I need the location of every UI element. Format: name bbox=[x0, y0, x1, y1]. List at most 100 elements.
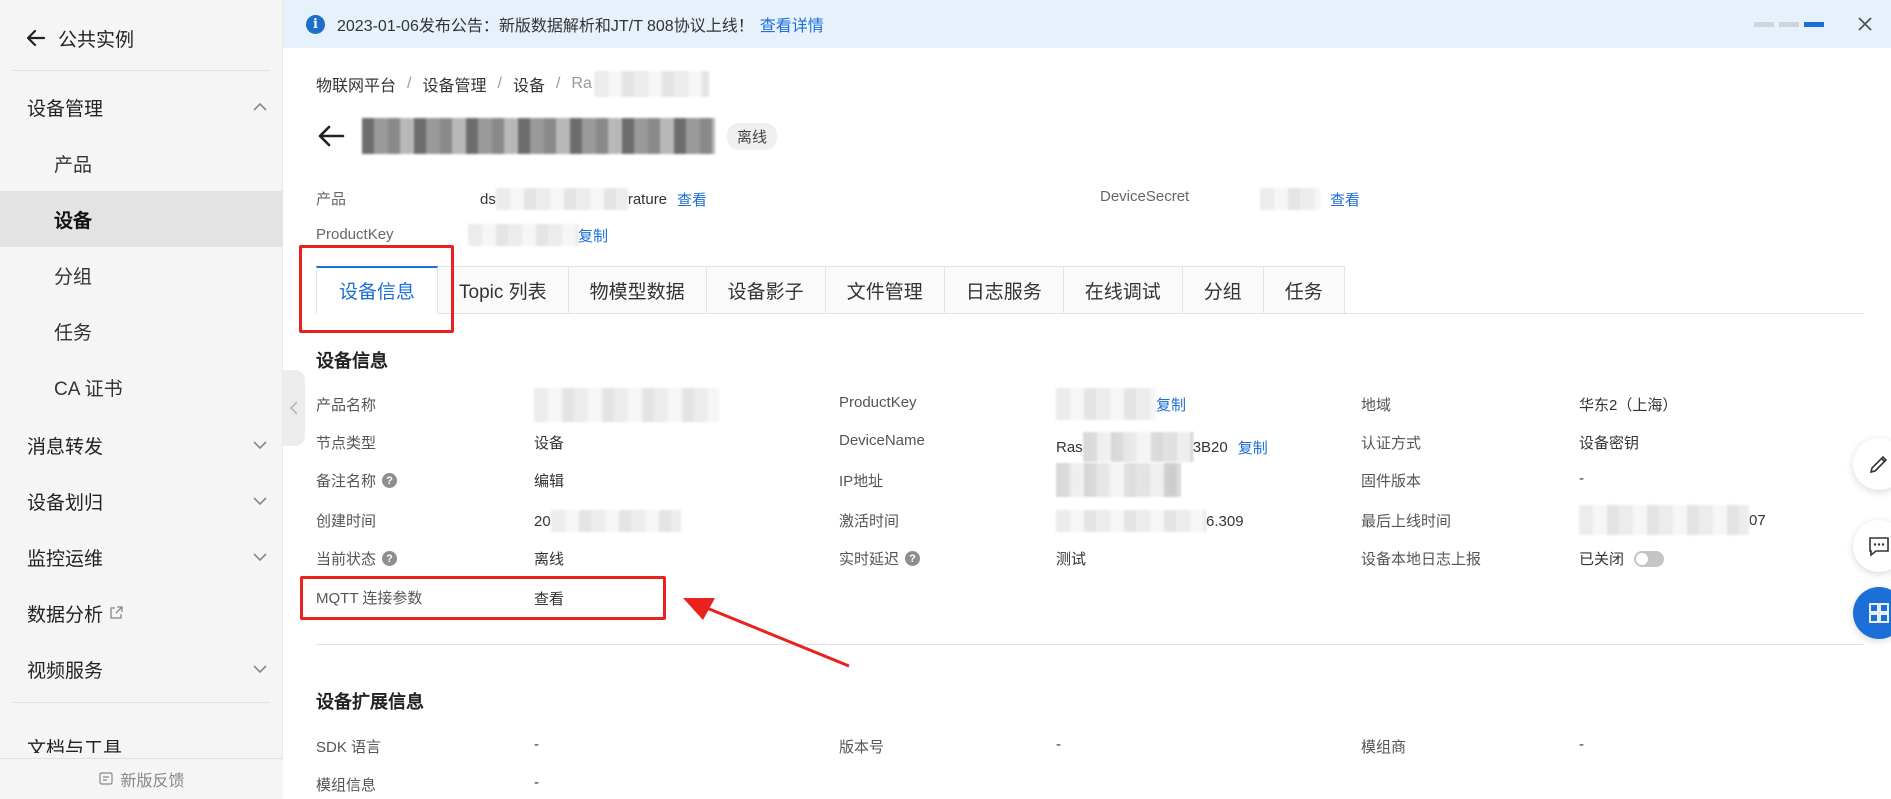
sidebar-group-monitoring[interactable]: 监控运维 bbox=[0, 529, 283, 585]
remark-name-text: 备注名称 bbox=[316, 473, 377, 490]
sidebar-group-video-service[interactable]: 视频服务 bbox=[0, 641, 283, 697]
chevron-down-icon bbox=[253, 553, 267, 562]
current-status-text: 当前状态 bbox=[316, 551, 377, 568]
device-title-row: 离线 bbox=[316, 116, 778, 156]
section-title-ext-info: 设备扩展信息 bbox=[316, 692, 424, 712]
announcement-pager bbox=[1754, 22, 1824, 27]
feedback-button[interactable]: 新版反馈 bbox=[0, 758, 283, 799]
local-log-label: 设备本地日志上报 bbox=[1361, 551, 1482, 568]
current-status-label: 当前状态 ? bbox=[316, 548, 398, 569]
sidebar-item-products[interactable]: 产品 bbox=[0, 135, 283, 191]
device-tabs: 设备信息 Topic 列表 物模型数据 设备影子 文件管理 日志服务 在线调试 … bbox=[316, 266, 1864, 314]
local-log-toggle[interactable] bbox=[1634, 550, 1665, 567]
ip-address-value bbox=[1056, 463, 1181, 497]
announcement-text: 2023-01-06发布公告：新版数据解析和JT/T 808协议上线！ bbox=[337, 18, 754, 35]
local-log-value: 已关闭 bbox=[1579, 548, 1665, 569]
redacted-text bbox=[534, 388, 719, 422]
help-icon[interactable]: ? bbox=[382, 473, 398, 488]
edit-remark-link[interactable]: 编辑 bbox=[534, 470, 564, 491]
pager-dot[interactable] bbox=[1779, 22, 1799, 27]
activated-time-label: 激活时间 bbox=[839, 513, 900, 530]
sidebar-group-device-management[interactable]: 设备管理 bbox=[0, 79, 283, 135]
chat-icon bbox=[1869, 537, 1889, 557]
tab-thing-model-data[interactable]: 物模型数据 bbox=[568, 266, 707, 314]
redacted-text bbox=[1260, 188, 1320, 210]
tab-online-debug[interactable]: 在线调试 bbox=[1063, 266, 1183, 314]
tab-device-shadow[interactable]: 设备影子 bbox=[706, 266, 826, 314]
breadcrumb-devices[interactable]: 设备 bbox=[513, 72, 545, 96]
announcement-bar: i 2023-01-06发布公告：新版数据解析和JT/T 808协议上线！ 查看… bbox=[283, 0, 1891, 48]
feedback-icon bbox=[99, 772, 114, 785]
firmware-version-value: - bbox=[1579, 470, 1584, 487]
view-product-link[interactable]: 查看 bbox=[677, 189, 707, 210]
sidebar-item-label: 任务 bbox=[54, 322, 93, 344]
tab-groups[interactable]: 分组 bbox=[1182, 266, 1264, 314]
product-name-value bbox=[534, 388, 719, 422]
tab-topic-list[interactable]: Topic 列表 bbox=[438, 266, 569, 314]
tab-log-service[interactable]: 日志服务 bbox=[944, 266, 1064, 314]
arrow-left-icon[interactable] bbox=[316, 121, 346, 151]
help-icon[interactable]: ? bbox=[905, 551, 921, 566]
latency-label: 实时延迟 ? bbox=[839, 548, 921, 569]
meta-secret-value: 查看 bbox=[1260, 188, 1360, 210]
sidebar-group-docs-tools[interactable]: 文档与工具 bbox=[0, 713, 283, 753]
created-time-prefix: 20 bbox=[534, 512, 551, 530]
sidebar-group-label: 数据分析 bbox=[27, 604, 104, 626]
pager-dot[interactable] bbox=[1754, 22, 1774, 27]
copy-productkey-link[interactable]: 复制 bbox=[578, 225, 608, 246]
redacted-text bbox=[1056, 510, 1206, 532]
meta-productkey-label: ProductKey bbox=[316, 226, 394, 243]
copy-productkey-link[interactable]: 复制 bbox=[1156, 394, 1186, 415]
devicename-value: Ras 3B20 复制 bbox=[1056, 432, 1268, 462]
tab-jobs[interactable]: 任务 bbox=[1263, 266, 1345, 314]
redacted-text bbox=[1579, 505, 1749, 535]
announcement-details-link[interactable]: 查看详情 bbox=[760, 12, 824, 36]
sidebar-group-message-forwarding[interactable]: 消息转发 bbox=[0, 417, 283, 473]
annotation-box-mqtt-params bbox=[300, 576, 666, 620]
sidebar-item-ca-certificates[interactable]: CA 证书 bbox=[0, 359, 283, 415]
chevron-down-icon bbox=[253, 665, 267, 674]
close-icon[interactable] bbox=[1855, 14, 1875, 34]
edit-icon bbox=[1869, 455, 1888, 474]
info-icon: i bbox=[306, 14, 325, 34]
apps-icon bbox=[1869, 603, 1889, 623]
view-secret-link[interactable]: 查看 bbox=[1330, 189, 1360, 210]
sidebar-group-device-distribution[interactable]: 设备划归 bbox=[0, 473, 283, 529]
breadcrumb-device-management[interactable]: 设备管理 bbox=[422, 72, 486, 96]
devicename-suffix: 3B20 bbox=[1192, 438, 1228, 456]
version-value: - bbox=[1056, 736, 1061, 753]
pager-dot-active[interactable] bbox=[1804, 22, 1824, 27]
sidebar-item-label: 设备 bbox=[54, 210, 93, 232]
tab-file-management[interactable]: 文件管理 bbox=[825, 266, 945, 314]
sidebar-item-jobs[interactable]: 任务 bbox=[0, 303, 283, 359]
test-latency-link[interactable]: 测试 bbox=[1056, 548, 1086, 569]
section-divider bbox=[316, 644, 1864, 645]
meta-productkey-value: 复制 bbox=[468, 224, 608, 246]
sidebar-item-label: CA 证书 bbox=[54, 378, 123, 400]
feedback-label: 新版反馈 bbox=[120, 773, 185, 790]
sidebar-item-groups[interactable]: 分组 bbox=[0, 247, 283, 303]
activated-time-suffix: 6.309 bbox=[1206, 512, 1244, 530]
external-link-icon bbox=[110, 606, 123, 619]
breadcrumb-iot-platform[interactable]: 物联网平台 bbox=[316, 72, 396, 96]
copy-devicename-link[interactable]: 复制 bbox=[1238, 437, 1268, 458]
back-to-instances-button[interactable]: 公共实例 bbox=[26, 24, 134, 52]
sdk-language-value: - bbox=[534, 736, 539, 753]
sidebar-group-data-analysis[interactable]: 数据分析 bbox=[0, 585, 283, 641]
meta-product-prefix: ds bbox=[480, 190, 496, 208]
redacted-text bbox=[1056, 388, 1156, 420]
help-icon[interactable]: ? bbox=[382, 551, 398, 566]
redacted-text bbox=[550, 510, 681, 532]
created-time-value: 20 bbox=[534, 510, 681, 532]
meta-product-label: 产品 bbox=[316, 191, 347, 208]
meta-secret-label: DeviceSecret bbox=[1100, 188, 1190, 205]
version-label: 版本号 bbox=[839, 739, 885, 756]
product-name-label: 产品名称 bbox=[316, 397, 377, 414]
back-label: 公共实例 bbox=[58, 29, 135, 51]
sidebar-group-label: 监控运维 bbox=[27, 548, 104, 570]
sidebar-item-devices[interactable]: 设备 bbox=[0, 191, 283, 247]
meta-product-value: ds rature 查看 bbox=[480, 188, 707, 210]
module-info-label: 模组信息 bbox=[316, 777, 377, 794]
ip-address-label: IP地址 bbox=[839, 473, 884, 490]
productkey-value: 复制 bbox=[1056, 388, 1186, 420]
